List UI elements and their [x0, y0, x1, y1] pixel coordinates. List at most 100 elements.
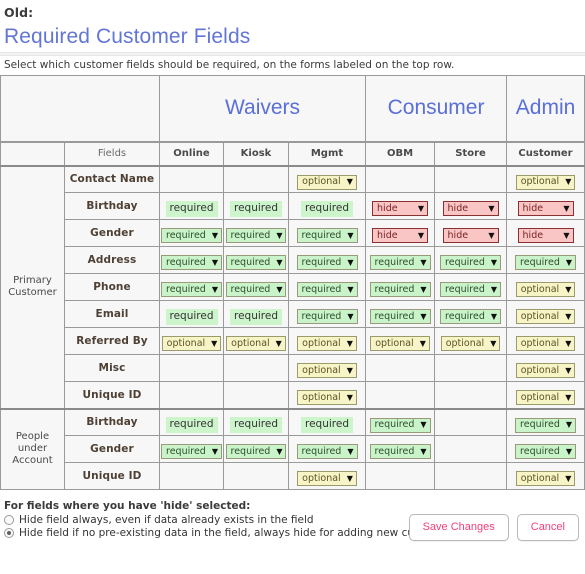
field-requirement-select[interactable]: optional ▼	[297, 174, 357, 190]
field-requirement-select[interactable]: hide ▼	[442, 228, 499, 244]
cell-mgmt: required ▼	[287, 246, 367, 274]
chevron-down-icon: ▼	[420, 284, 427, 294]
chevron-down-icon: ▼	[347, 311, 354, 321]
select-value: optional	[375, 337, 414, 349]
select-value: required	[301, 445, 342, 457]
field-requirement-select[interactable]: required ▼	[225, 255, 287, 271]
field-requirement-select[interactable]: required ▼	[369, 417, 431, 433]
field-requirement-select[interactable]: optional ▼	[440, 336, 501, 352]
chevron-down-icon: ▼	[276, 257, 283, 267]
field-requirement-select[interactable]: optional ▼	[297, 363, 357, 379]
field-requirement-select[interactable]: required ▼	[369, 255, 431, 271]
field-requirement-select[interactable]: required ▼	[515, 417, 577, 433]
field-requirement-select[interactable]: optional ▼	[297, 336, 357, 352]
field-requirement-select[interactable]: required ▼	[296, 282, 358, 298]
field-requirement-select[interactable]: required ▼	[440, 309, 502, 325]
field-requirement-select[interactable]: hide ▼	[372, 201, 429, 217]
select-value: optional	[520, 391, 560, 403]
field-requirement-select[interactable]: hide ▼	[372, 228, 429, 244]
chevron-down-icon: ▼	[565, 446, 573, 456]
cell-customer: required ▼	[506, 435, 585, 463]
chevron-down-icon: ▼	[490, 311, 498, 321]
cell-customer: optional ▼	[506, 381, 585, 409]
field-requirement-select[interactable]: required ▼	[515, 255, 577, 271]
cell-store: required ▼	[434, 246, 508, 274]
cancel-button[interactable]: Cancel	[516, 514, 579, 541]
field-requirement-select[interactable]: hide ▼	[517, 201, 574, 217]
field-requirement-select[interactable]: optional ▼	[515, 174, 576, 190]
chevron-down-icon: ▼	[420, 446, 427, 456]
field-requirement-select[interactable]: required ▼	[440, 255, 502, 271]
field-requirement-select[interactable]: required ▼	[296, 255, 358, 271]
radio-label: Hide field if no pre-existing data in th…	[19, 527, 457, 539]
field-requirement-select[interactable]: optional ▼	[226, 336, 286, 352]
field-requirement-select[interactable]: required ▼	[369, 309, 431, 325]
select-value: required	[445, 256, 485, 268]
cell-store	[434, 354, 508, 382]
field-requirement-select[interactable]: required ▼	[161, 228, 222, 244]
field-requirement-select[interactable]: required ▼	[161, 444, 222, 460]
hide-behavior-title: For fields where you have 'hide' selecte…	[4, 500, 251, 512]
select-value: required	[301, 310, 342, 322]
field-requirement-select[interactable]: hide ▼	[517, 228, 574, 244]
field-label: Unique ID	[64, 381, 160, 409]
chevron-down-icon: ▼	[276, 446, 283, 456]
field-requirement-select[interactable]: optional ▼	[515, 390, 576, 405]
field-label: Phone	[64, 273, 160, 301]
cell-mgmt: optional ▼	[287, 381, 367, 409]
field-requirement-select[interactable]: optional ▼	[515, 336, 576, 352]
field-requirement-select[interactable]: required ▼	[225, 228, 287, 244]
chevron-down-icon: ▼	[419, 338, 426, 348]
field-requirement-select[interactable]: required ▼	[515, 444, 577, 460]
radio-button[interactable]	[4, 515, 14, 525]
chevron-down-icon: ▼	[563, 230, 570, 240]
field-requirement-select[interactable]: optional ▼	[161, 336, 222, 352]
field-requirement-select[interactable]: optional ▼	[515, 309, 576, 325]
chevron-down-icon: ▼	[346, 338, 353, 348]
cell-customer: optional ▼	[506, 327, 585, 355]
chevron-down-icon: ▼	[565, 473, 572, 483]
cell-mgmt: optional ▼	[287, 354, 367, 382]
field-requirement-select[interactable]: required ▼	[296, 444, 358, 460]
field-requirement-select[interactable]: optional ▼	[297, 390, 357, 405]
field-requirement-select[interactable]: optional ▼	[515, 471, 576, 487]
select-value: required	[230, 445, 271, 457]
select-value: required	[301, 283, 342, 295]
chevron-down-icon: ▼	[211, 230, 218, 240]
cell-customer: optional ▼	[506, 273, 585, 301]
select-value: required	[374, 256, 415, 268]
cell-customer: optional ▼	[506, 354, 585, 382]
radio-button[interactable]	[4, 528, 14, 538]
column-header-customer: Customer	[506, 140, 585, 166]
field-requirement-select[interactable]: required ▼	[440, 282, 502, 298]
field-requirement-select[interactable]: optional ▼	[515, 282, 576, 298]
field-requirement-select[interactable]: optional ▼	[370, 336, 430, 352]
select-value: optional	[302, 337, 341, 349]
field-requirement-select[interactable]: required ▼	[225, 282, 287, 298]
cell-kiosk	[223, 164, 289, 193]
field-label: Misc	[64, 354, 160, 382]
field-requirement-select[interactable]: required ▼	[161, 282, 222, 298]
field-requirement-select[interactable]: required ▼	[161, 255, 222, 271]
cell-obm	[365, 164, 436, 193]
field-requirement-select[interactable]: optional ▼	[297, 471, 357, 487]
field-requirement-select[interactable]: required ▼	[369, 282, 431, 298]
chevron-down-icon: ▼	[347, 446, 354, 456]
cell-store: hide ▼	[434, 192, 508, 220]
column-header-online: Online	[159, 140, 224, 166]
select-value: optional	[520, 310, 560, 322]
chevron-down-icon: ▼	[347, 284, 354, 294]
cell-kiosk: required ▼	[223, 435, 289, 463]
field-requirement-select[interactable]: optional ▼	[515, 363, 576, 379]
select-value: optional	[520, 337, 560, 349]
field-requirement-select[interactable]: required ▼	[369, 444, 431, 460]
field-requirement-select[interactable]: required ▼	[296, 228, 358, 244]
cell-store	[434, 462, 508, 490]
field-requirement-select[interactable]: hide ▼	[442, 201, 499, 217]
field-requirement-select[interactable]: required ▼	[225, 444, 287, 460]
chevron-down-icon: ▼	[211, 338, 218, 348]
radio-label: Hide field always, even if data already …	[19, 514, 314, 526]
field-requirement-select[interactable]: required ▼	[296, 309, 358, 325]
cell-mgmt: required ▼	[287, 219, 367, 247]
save-changes-button[interactable]: Save Changes	[408, 514, 509, 541]
